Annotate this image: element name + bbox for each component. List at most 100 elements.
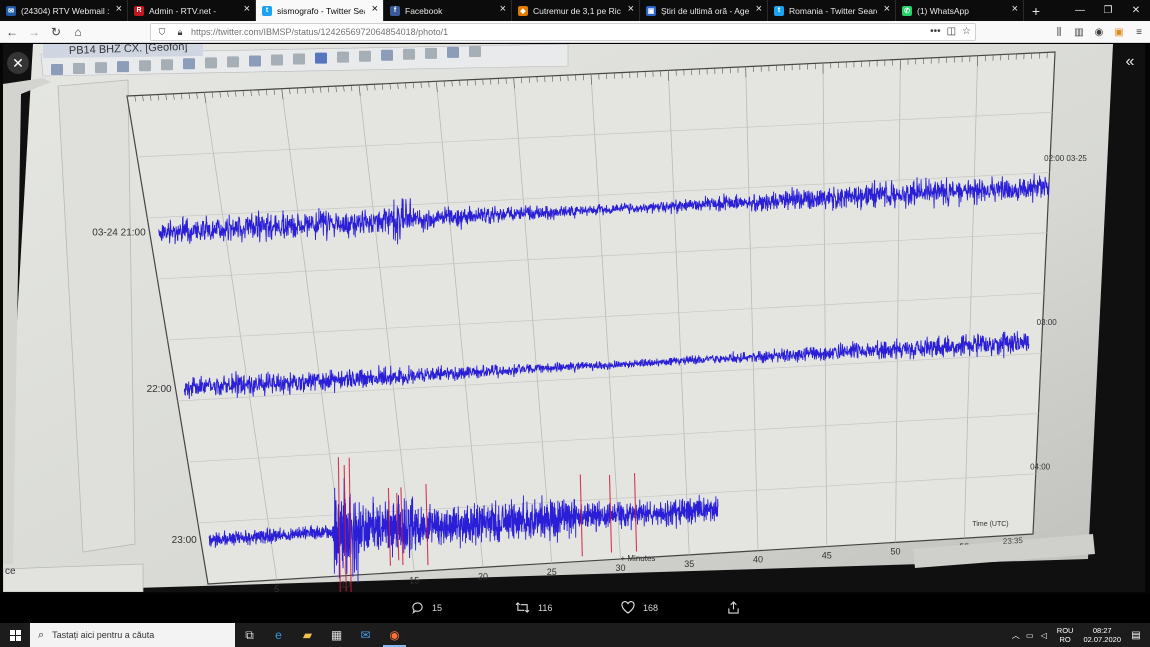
shield-icon[interactable]: ⛉ <box>155 27 169 38</box>
share-button[interactable] <box>727 601 740 614</box>
close-tab-icon[interactable]: × <box>628 4 634 15</box>
library-icon[interactable]: ⫼ <box>1052 25 1066 39</box>
restore-icon[interactable]: ❐ <box>1094 0 1122 21</box>
close-window-icon[interactable]: ✕ <box>1122 0 1150 21</box>
webmail-icon: ✉ <box>6 5 16 16</box>
browser-tab[interactable]: f Facebook × <box>384 0 512 21</box>
clock-date: 02.07.2020 <box>1083 635 1121 644</box>
twitter-icon: t <box>774 5 784 16</box>
toolbar-tool-icon <box>95 62 107 74</box>
minimize-icon[interactable]: — <box>1066 0 1094 21</box>
account-icon[interactable]: ◉ <box>1092 25 1106 39</box>
extension-icon[interactable]: ▣ <box>1112 25 1126 39</box>
network-icon[interactable]: ▭ <box>1024 631 1036 640</box>
bottom-left-pane <box>3 563 144 592</box>
row-end-label: 04:00 <box>1030 463 1051 472</box>
minute-tick-label: 5 <box>274 584 279 592</box>
url-actions: ••• ◫ ☆ <box>930 26 971 37</box>
minutes-axis-label: + Minutes <box>621 554 656 563</box>
notification-icon[interactable]: ▤ <box>1130 630 1142 641</box>
close-tab-icon[interactable]: × <box>884 4 890 15</box>
toolbar-tool-icon <box>381 49 393 61</box>
browser-tab[interactable]: ✉ (24304) RTV Webmail :: Inbox × <box>0 0 128 21</box>
row-time-label: 03-24 21:00 <box>92 228 146 239</box>
close-tab-icon[interactable]: × <box>756 4 762 15</box>
close-tab-icon[interactable]: × <box>1012 4 1018 15</box>
toolbar-tool-icon <box>469 45 481 57</box>
minute-tick-label: 25 <box>547 567 557 577</box>
firefox-icon[interactable]: ◉ <box>380 623 409 647</box>
reload-icon[interactable]: ↻ <box>46 22 66 42</box>
window-controls: — ❐ ✕ <box>1066 0 1150 21</box>
time-axis-label: Time (UTC) <box>972 521 1008 528</box>
row-end-label: 02:00 03-25 <box>1044 154 1087 163</box>
lock-icon[interactable]: 🔒︎ <box>173 27 187 38</box>
heart-icon <box>621 601 635 614</box>
taskbar-clock[interactable]: 08:27 02.07.2020 <box>1083 626 1121 644</box>
browser-tab[interactable]: t sismografo - Twitter Search × <box>256 0 384 21</box>
twitter-icon: t <box>262 5 272 16</box>
share-icon <box>728 601 739 614</box>
close-tab-icon[interactable]: × <box>244 4 250 15</box>
tab-title: sismografo - Twitter Search <box>277 5 365 16</box>
home-icon[interactable]: ⌂ <box>68 22 88 42</box>
reply-button[interactable]: 15 <box>411 601 442 614</box>
bookmark-star-icon[interactable]: ☆ <box>962 26 971 37</box>
new-tab-button[interactable]: + <box>1024 0 1048 21</box>
corner-text: ce <box>5 566 16 577</box>
minute-tick-label: 30 <box>615 563 625 573</box>
row-time-label: 22:00 <box>147 384 172 395</box>
system-tray: ︿ ▭ ◁ ROU RO 08:27 02.07.2020 ▤ <box>1009 623 1150 647</box>
toolbar-tool-icon <box>227 56 239 68</box>
toolbar-tool-icon <box>139 60 151 72</box>
collapse-sidebar-icon[interactable]: « <box>1120 52 1140 72</box>
clock-time: 08:27 <box>1092 626 1112 635</box>
close-tab-icon[interactable]: × <box>372 4 378 15</box>
address-bar[interactable]: ⛉ 🔒︎ https://twitter.com/IBMSP/status/12… <box>150 23 976 41</box>
tab-title: Facebook <box>405 5 443 16</box>
retweet-button[interactable]: 116 <box>515 601 552 614</box>
taskbar-search-box[interactable]: ⌕ Tastați aici pentru a căuta <box>30 623 235 647</box>
reply-icon <box>412 602 423 614</box>
plot-frame <box>126 51 1056 585</box>
tab-title: (1) WhatsApp <box>917 5 969 16</box>
toolbar-tool-icon <box>425 47 437 59</box>
browser-tab[interactable]: ◆ Cutremur de 3,1 pe Richter în × <box>512 0 640 21</box>
toolbar-tool-icon <box>403 48 415 60</box>
close-tab-icon[interactable]: × <box>116 4 122 15</box>
task-view-icon[interactable]: ⧉ <box>235 623 264 647</box>
forward-icon[interactable]: → <box>24 22 44 42</box>
browser-tab[interactable]: ✆ (1) WhatsApp × <box>896 0 1024 21</box>
minute-tick-label: 45 <box>822 551 832 561</box>
toolbar-tool-icon <box>161 59 173 71</box>
back-icon[interactable]: ← <box>2 22 22 42</box>
windows-start-button[interactable] <box>0 623 30 647</box>
retweet-count: 116 <box>538 602 553 613</box>
menu-icon[interactable]: ≡ <box>1132 25 1146 39</box>
toolbar-tool-icon <box>337 51 349 63</box>
browser-tab[interactable]: t Romania - Twitter Search / Tw × <box>768 0 896 21</box>
mail-icon[interactable]: ✉ <box>351 623 380 647</box>
file-explorer-icon[interactable]: ▰ <box>293 623 322 647</box>
sidebar-icon[interactable]: ▥ <box>1072 25 1086 39</box>
browser-tab[interactable]: ▣ Știri de ultimă oră - Agenție × <box>640 0 768 21</box>
close-tab-icon[interactable]: × <box>500 4 506 15</box>
like-button[interactable]: 168 <box>621 601 658 614</box>
photo-viewer: PB14 BHZ CX. [Geofon] ce 03-24 21:00 22:0… <box>0 44 1150 594</box>
chevron-up-icon[interactable]: ︿ <box>1010 630 1022 641</box>
store-icon[interactable]: ▦ <box>322 623 351 647</box>
url-host: https://twitter.com <box>191 27 262 37</box>
minute-tick-label: 15 <box>409 576 419 586</box>
agency-icon: ▣ <box>646 5 656 16</box>
page-actions-icon[interactable]: ••• <box>930 26 941 37</box>
browser-tab[interactable]: R Admin - RTV.net - × <box>128 0 256 21</box>
pocket-icon[interactable]: ◫ <box>947 26 956 37</box>
tab-title: Admin - RTV.net - <box>149 5 217 16</box>
edge-icon[interactable]: e <box>264 623 293 647</box>
navigation-bar: ← → ↻ ⌂ ⛉ 🔒︎ https://twitter.com/IBMSP/s… <box>0 21 1150 43</box>
retweet-icon <box>515 602 530 613</box>
close-viewer-button[interactable]: ✕ <box>7 52 29 74</box>
input-language[interactable]: ROU RO <box>1057 626 1074 644</box>
reply-count: 15 <box>432 602 443 613</box>
volume-icon[interactable]: ◁ <box>1038 631 1050 640</box>
